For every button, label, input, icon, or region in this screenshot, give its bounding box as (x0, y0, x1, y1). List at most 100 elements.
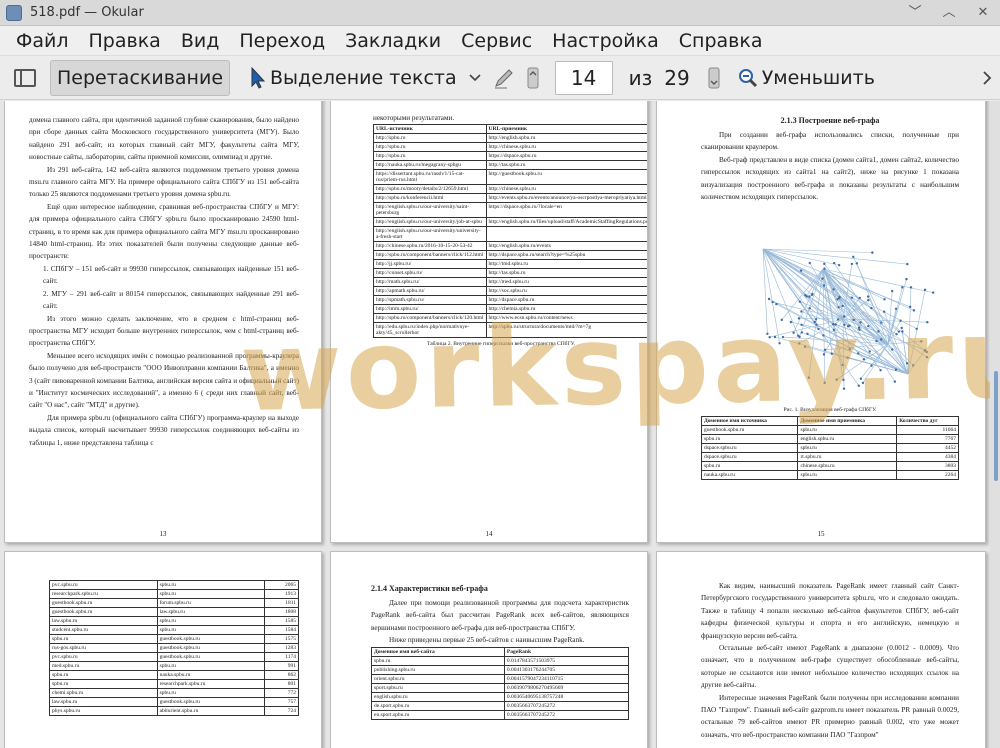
table-cell: spbu.ru (156, 688, 266, 698)
page-total-label: 29 (664, 65, 690, 90)
table-row: http://spbu.ru/component/banners/click/1… (373, 250, 647, 261)
sidebar-toggle-button[interactable] (0, 60, 50, 96)
table-cell: http://guestbook.spbu.ru (485, 169, 647, 186)
table-cell: http://english.spbu.ru (485, 133, 647, 144)
menu-tools[interactable]: Сервис (451, 26, 542, 56)
table-cell: http://apmath.spbu.ru/ (373, 286, 487, 297)
menu-go[interactable]: Переход (229, 26, 335, 56)
menu-view[interactable]: Вид (171, 26, 230, 56)
table-cell: 1811 (264, 598, 299, 608)
table-cell: spbu.ru (156, 580, 266, 590)
paragraph: Интересные значения PageRank были получе… (701, 693, 959, 739)
previous-page-button[interactable] (521, 60, 545, 96)
table-cell: spbu.ru (156, 616, 266, 626)
table-cell: http://math.spbu.ru/ (373, 277, 487, 288)
page-14-intro: некоторыми результатами. (373, 114, 455, 122)
table-row: spbu.ru guestbook.spbu.ru 1575 (49, 634, 299, 644)
table-row: http://spmath.spbu.ru/http://dspace.spbu… (373, 295, 647, 306)
page-number-input[interactable]: 14 (554, 60, 613, 95)
table-cell: chinese.spbu.ru (797, 461, 898, 472)
paragraph: Из этого можно сделать заключение, что в… (29, 314, 299, 348)
table-cell: https://dspace.spbu.ru/?locale=en (485, 202, 647, 219)
page-18: Как видим, наивысший показатель PageRank… (656, 551, 986, 748)
page-15: 2.1.3 Построение веб-графа При создании … (656, 101, 986, 543)
menu-bookmarks[interactable]: Закладки (335, 26, 451, 56)
table-cell: guestbook.spbu.ru (49, 607, 158, 617)
table-cell: http://spbu.ru (373, 142, 487, 153)
table-cell: nauka.spbu.ru (700, 470, 799, 481)
table-header: URL-источник (373, 124, 487, 135)
table-cell: http://chinese.spbu.ru/2016-10-15-20-53-… (373, 241, 487, 252)
table-row: sport.spbu.ru 0.0039079806270495669 (371, 682, 630, 693)
table-row: researchpark.spbu.ru spbu.ru 1913 (49, 589, 299, 599)
table-caption: Таблица 2. Внутренние гиперссылки веб-пр… (426, 341, 576, 348)
table-cell: http://chinese.spbu.ru (485, 184, 647, 195)
table-row: http://english.spbu.ru/our-university/un… (373, 226, 647, 243)
paragraph: Остальные веб-сайт имеют PageRank в диап… (701, 644, 959, 690)
menu-help[interactable]: Справка (669, 26, 773, 56)
pen-icon (494, 68, 513, 89)
table-cell: de.sport.spbu.ru (371, 700, 505, 711)
table-cell: 7767 (896, 434, 959, 445)
table-cell: http://english.spbu.ru/files/upload/staf… (485, 217, 647, 228)
table-cell: http://spbu.ru/component/banners/click/1… (373, 250, 487, 261)
table-cell: http://conset.spbu.ru/ (373, 268, 487, 279)
table-cell: guestbook.spbu.ru (49, 598, 158, 608)
table-row: http://english.spbu.ru/our-university/jo… (373, 217, 647, 228)
table-cell: researchpark.spbu.ru (49, 589, 158, 599)
table-cell: spbu.ru (49, 679, 158, 689)
browse-tool-button[interactable]: Перетаскивание (50, 59, 231, 96)
chevron-down-icon (469, 73, 481, 81)
zoom-out-button[interactable]: Уменьшить (732, 60, 881, 96)
table-cell: http://english.spbu.ru/our-university/un… (373, 226, 487, 243)
table-header: Доменное имя приемника (797, 416, 898, 427)
table-cell: studcent.spbu.ru (49, 625, 158, 635)
top-links-table: Доменное имя источника Доменное имя прие… (700, 416, 959, 481)
table-cell: http://dspace.spbu.ru/search?type=%25spb… (485, 250, 647, 261)
table-cell: publishing.spbu.ru (371, 664, 505, 675)
table-row: en.sport.spbu.ru 0.0035663707245272 (371, 709, 630, 720)
table-cell: dspace.spbu.ru (700, 443, 799, 454)
vertical-scrollbar[interactable] (990, 101, 1000, 748)
table-cell: 2264 (896, 470, 959, 481)
table-header: Доменное имя веб-сайта (371, 646, 505, 657)
table-row: guestbook.spbu.ru forum.spbu.ru 1811 (49, 598, 299, 608)
sidebar-icon (14, 68, 36, 87)
paragraph: домена главного сайта, при идентичной за… (29, 116, 299, 162)
table-cell: 1808 (264, 607, 299, 617)
table-cell: pvc.spbu.ru (49, 580, 158, 590)
table-cell: researchpark.spbu.ru (156, 679, 266, 689)
table-row: guestbook.spbu.ru spbu.ru 11664 (700, 425, 959, 436)
text-select-tool-button[interactable]: Выделение текста (244, 60, 463, 96)
main-toolbar: Перетаскивание Выделение текста 14 из 29… (0, 56, 1000, 100)
table-row: spbu.ru nauka.spbu.ru 862 (49, 670, 299, 680)
menu-settings[interactable]: Настройка (542, 26, 669, 56)
minimize-button[interactable]: ﹀ (906, 4, 924, 22)
table-cell: guestbook.spbu.ru (156, 652, 266, 662)
table-cell: abiturient.spbu.ru (156, 706, 266, 716)
table-cell: 772 (264, 688, 299, 698)
table-cell: 0.0041579047234110715 (503, 673, 630, 684)
table-cell: 11664 (896, 425, 959, 436)
tool-dropdown-button[interactable] (463, 60, 487, 96)
table-cell: spbu.ru (49, 634, 158, 644)
page-18-text: Как видим, наивысший показатель PageRank… (701, 580, 959, 741)
section-heading: 2.1.3 Построение веб-графа (780, 116, 880, 125)
table-row: http://edu.spbu.ru/index.php/normativnye… (373, 322, 647, 339)
close-button[interactable]: ✕ (974, 4, 992, 22)
menu-file[interactable]: Файл (6, 26, 79, 56)
table-row: orient.spbu.ru 0.0041579047234110715 (371, 673, 630, 684)
window-title: 518.pdf — Okular (30, 5, 144, 20)
scrollbar-thumb[interactable] (994, 371, 998, 481)
menu-edit[interactable]: Правка (79, 26, 171, 56)
paragraph: Как видим, наивысший показатель PageRank… (701, 582, 959, 640)
table-cell: 1585 (264, 616, 299, 626)
maximize-button[interactable]: ︿ (940, 4, 958, 22)
table-cell: 0.0147843571503975 (503, 655, 630, 666)
next-page-button[interactable] (702, 60, 726, 96)
toolbar-overflow-button[interactable] (976, 60, 998, 96)
annotate-tool-button[interactable] (487, 60, 521, 96)
table-cell: guestbook.spbu.ru (156, 697, 266, 707)
document-view[interactable]: домена главного сайта, при идентичной за… (0, 101, 1000, 748)
table-cell: http://imm.spbu.ru/ (373, 304, 487, 315)
